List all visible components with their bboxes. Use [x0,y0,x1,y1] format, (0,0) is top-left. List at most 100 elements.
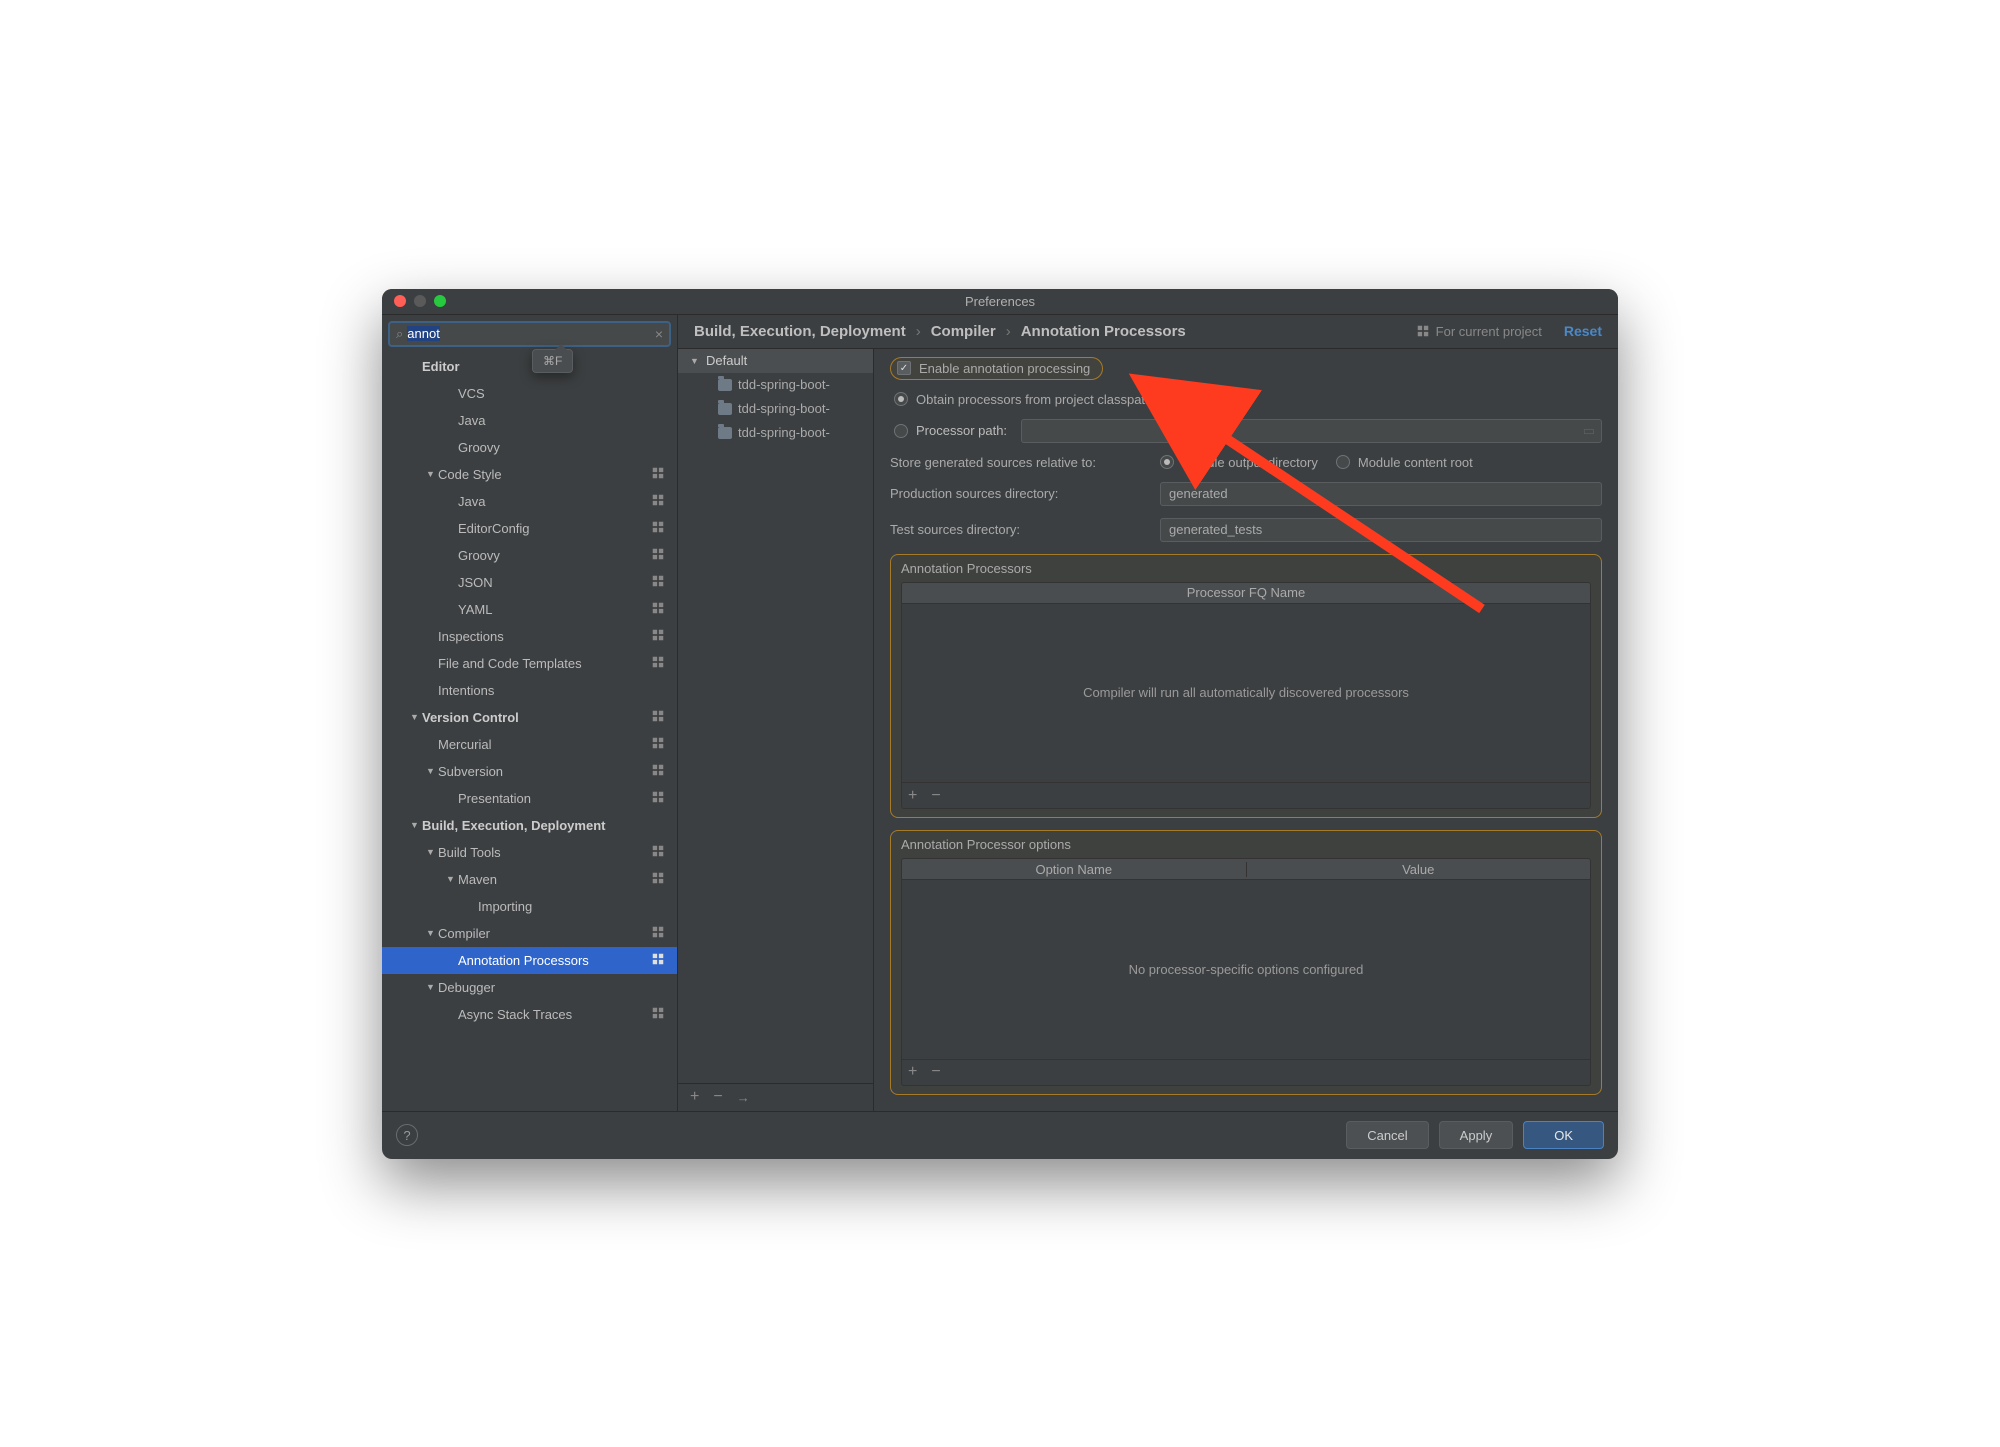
window-title: Preferences [382,294,1618,309]
module-output-dir-radio[interactable]: Module output directory [1160,455,1318,470]
sidebar-item-label: Importing [478,899,665,914]
project-scope-icon [645,952,665,969]
sidebar-item[interactable]: Mercurial [382,731,677,758]
add-row-button[interactable]: + [908,787,917,805]
chevron-icon: ▼ [410,712,422,722]
obtain-from-classpath-radio[interactable]: Obtain processors from project classpath [894,392,1602,407]
folder-icon [718,427,732,439]
folder-browse-icon[interactable]: ▭ [1583,423,1595,439]
sidebar-item-label: VCS [458,386,665,401]
profile-module[interactable]: tdd-spring-boot- [678,373,873,397]
sidebar-item-label: Code Style [438,467,645,482]
sidebar-item[interactable]: ▼Build Tools [382,839,677,866]
settings-tree[interactable]: EditorVCSJavaGroovy▼Code StyleJavaEditor… [382,351,677,1111]
enable-annotation-processing[interactable]: ✓ Enable annotation processing [890,357,1103,380]
breadcrumb-part[interactable]: Compiler [931,323,996,340]
remove-profile-button[interactable]: − [713,1088,722,1106]
sidebar-item[interactable]: Annotation Processors [382,947,677,974]
chevron-right-icon: › [1006,323,1011,340]
sidebar-item-label: Annotation Processors [458,953,645,968]
add-profile-button[interactable]: + [690,1088,699,1106]
titlebar: Preferences [382,289,1618,315]
project-scope-icon [645,871,665,888]
test-dir-input[interactable]: generated_tests [1160,518,1602,542]
table-toolbar: + − [901,783,1591,809]
apply-button[interactable]: Apply [1439,1121,1514,1149]
sidebar-item[interactable]: Async Stack Traces [382,1001,677,1028]
sidebar-item[interactable]: VCS [382,380,677,407]
project-scope-icon [645,574,665,591]
sidebar-item[interactable]: ▼Debugger [382,974,677,1001]
sidebar-item-label: EditorConfig [458,521,645,536]
help-button[interactable]: ? [396,1124,418,1146]
breadcrumb-part: Annotation Processors [1021,323,1186,340]
project-scope-icon [645,655,665,672]
profile-default[interactable]: ▼Default [678,349,873,373]
sidebar-item-label: Subversion [438,764,645,779]
sidebar-item[interactable]: Inspections [382,623,677,650]
module-content-root-radio[interactable]: Module content root [1336,455,1473,470]
chevron-icon: ▼ [426,469,438,479]
processor-path-row[interactable]: Processor path: ▭ [894,419,1602,443]
production-dir-label: Production sources directory: [890,486,1148,501]
project-scope-icon [645,1006,665,1023]
sidebar-item[interactable]: Importing [382,893,677,920]
sidebar-item[interactable]: YAML [382,596,677,623]
project-scope-icon [645,709,665,726]
processor-options-group: Annotation Processor options Option Name… [890,830,1602,1095]
remove-row-button[interactable]: − [931,787,940,805]
sidebar-item[interactable]: Editor [382,353,677,380]
sidebar-item-label: Java [458,494,645,509]
chevron-right-icon: › [916,323,921,340]
sidebar-item[interactable]: EditorConfig [382,515,677,542]
sidebar-item[interactable]: JSON [382,569,677,596]
profile-module[interactable]: tdd-spring-boot- [678,421,873,445]
breadcrumb-part[interactable]: Build, Execution, Deployment [694,323,906,340]
move-profile-button[interactable]: → [737,1090,750,1105]
sidebar-item[interactable]: Presentation [382,785,677,812]
chevron-icon: ▼ [426,766,438,776]
sidebar-item-label: YAML [458,602,645,617]
sidebar-item-label: Java [458,413,665,428]
profile-module[interactable]: tdd-spring-boot- [678,397,873,421]
search-input[interactable] [407,326,655,341]
sidebar-item-label: Build Tools [438,845,645,860]
reset-button[interactable]: Reset [1564,323,1602,339]
processor-path-input[interactable]: ▭ [1021,419,1602,443]
sidebar-item[interactable]: ▼Compiler [382,920,677,947]
search-input-wrap[interactable]: ⌕ × [388,321,671,347]
sidebar-item[interactable]: ▼Version Control [382,704,677,731]
sidebar-item-label: Build, Execution, Deployment [422,818,665,833]
sidebar-item[interactable]: Java [382,407,677,434]
remove-row-button[interactable]: − [931,1063,940,1081]
folder-icon [718,379,732,391]
sidebar-item[interactable]: ▼Code Style [382,461,677,488]
add-row-button[interactable]: + [908,1063,917,1081]
sidebar-item[interactable]: ▼Subversion [382,758,677,785]
project-scope-icon [645,493,665,510]
project-scope-icon [645,547,665,564]
table-header: Processor FQ Name [901,582,1591,604]
sidebar-item[interactable]: ▼Build, Execution, Deployment [382,812,677,839]
profile-toolbar: + − → [678,1083,873,1111]
sidebar-item-label: Maven [458,872,645,887]
sidebar-item[interactable]: Groovy [382,542,677,569]
cancel-button[interactable]: Cancel [1346,1121,1428,1149]
sidebar-item[interactable]: Groovy [382,434,677,461]
project-scope-icon [645,790,665,807]
sidebar-item[interactable]: ▼Maven [382,866,677,893]
production-dir-input[interactable]: generated [1160,482,1602,506]
profile-list: ▼Defaulttdd-spring-boot-tdd-spring-boot-… [678,349,874,1111]
sidebar-item[interactable]: Intentions [382,677,677,704]
chevron-down-icon: ▼ [690,356,700,366]
ok-button[interactable]: OK [1523,1121,1604,1149]
preferences-window: Preferences ⌕ × ⌘F EditorVCSJavaGroovy▼C… [382,289,1618,1159]
processor-settings: ✓ Enable annotation processing Obtain pr… [874,349,1618,1111]
dialog-footer: ? Cancel Apply OK [382,1111,1618,1159]
clear-search-icon[interactable]: × [655,326,663,342]
sidebar-item-label: Async Stack Traces [458,1007,645,1022]
sidebar-item[interactable]: Java [382,488,677,515]
chevron-icon: ▼ [426,928,438,938]
for-current-project: For current project [1416,324,1542,339]
sidebar-item[interactable]: File and Code Templates [382,650,677,677]
